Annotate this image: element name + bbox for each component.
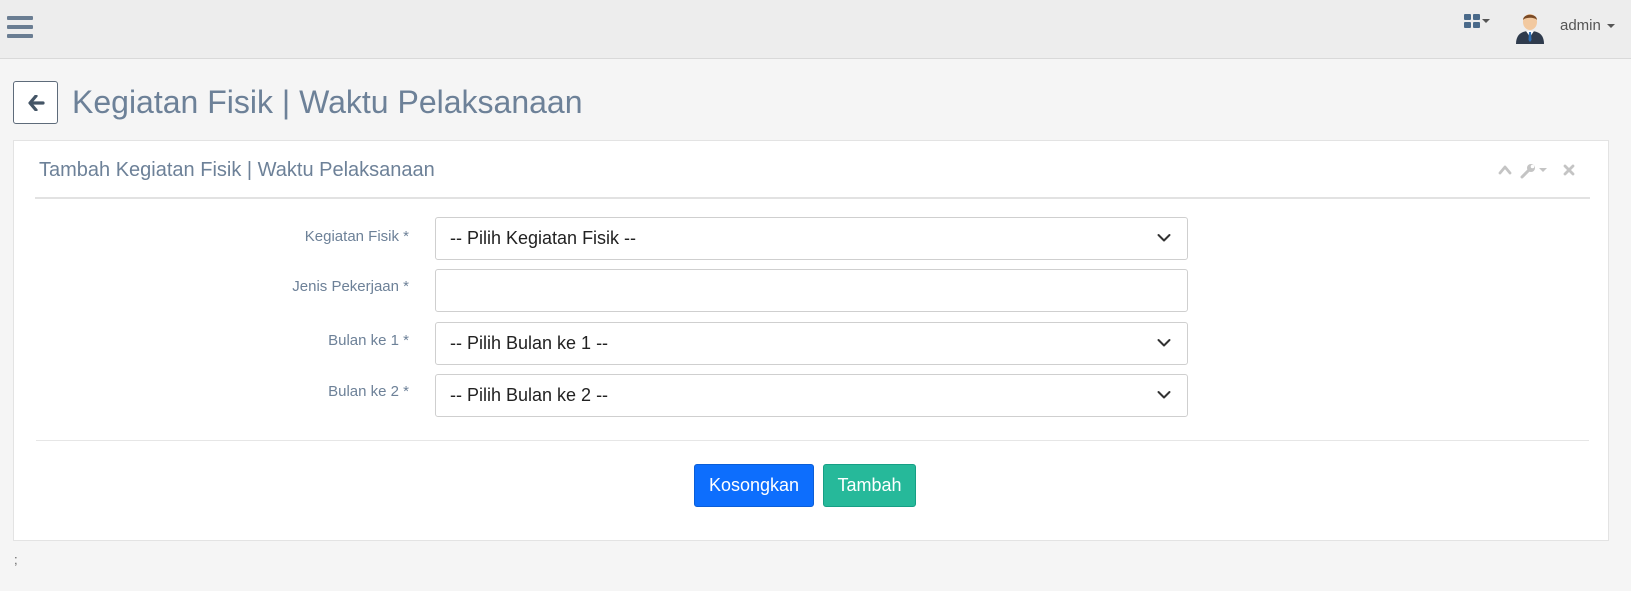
chevron-up-icon[interactable]	[1498, 163, 1512, 177]
bulan-2-select[interactable]: -- Pilih Bulan ke 2 --	[435, 374, 1188, 417]
chevron-down-icon	[1157, 339, 1171, 347]
apps-menu-toggle[interactable]	[1464, 12, 1500, 32]
kegiatan-fisik-label: Kegiatan Fisik *	[304, 228, 409, 245]
arrow-left-icon	[28, 95, 45, 111]
bulan-1-label: Bulan ke 1 *	[328, 332, 409, 349]
chevron-down-icon	[1157, 234, 1171, 242]
chevron-down-icon	[1606, 24, 1615, 29]
settings-dropdown[interactable]	[1520, 163, 1550, 179]
kegiatan-fisik-select[interactable]: -- Pilih Kegiatan Fisik --	[435, 217, 1188, 260]
panel-title: Tambah Kegiatan Fisik | Waktu Pelaksanaa…	[39, 159, 435, 181]
footer-text: ;	[14, 552, 18, 567]
bulan-2-value: -- Pilih Bulan ke 2 --	[450, 385, 609, 405]
back-button[interactable]	[13, 81, 58, 124]
chevron-down-icon	[1539, 168, 1547, 172]
hamburger-icon[interactable]	[7, 16, 33, 38]
user-avatar[interactable]	[1513, 10, 1547, 44]
kegiatan-fisik-value: -- Pilih Kegiatan Fisik --	[450, 228, 637, 248]
panel-divider	[35, 197, 1590, 199]
user-name-label: admin	[1560, 17, 1601, 34]
jenis-pekerjaan-label: Jenis Pekerjaan *	[292, 278, 409, 295]
add-button[interactable]: Tambah	[823, 464, 916, 507]
close-icon[interactable]	[1562, 163, 1576, 177]
grid-icon	[1464, 14, 1480, 28]
bulan-1-value: -- Pilih Bulan ke 1 --	[450, 333, 609, 353]
form-divider	[36, 440, 1589, 441]
jenis-pekerjaan-input[interactable]	[435, 269, 1188, 312]
user-menu[interactable]: admin	[1560, 17, 1615, 34]
bulan-1-select[interactable]: -- Pilih Bulan ke 1 --	[435, 322, 1188, 365]
form-panel: Tambah Kegiatan Fisik | Waktu Pelaksanaa…	[13, 140, 1609, 541]
chevron-down-icon	[1157, 391, 1171, 399]
reset-button[interactable]: Kosongkan	[694, 464, 814, 507]
top-navbar: admin	[0, 0, 1631, 59]
page-title: Kegiatan Fisik | Waktu Pelaksanaan	[72, 84, 583, 120]
wrench-icon	[1520, 164, 1535, 179]
chevron-down-icon	[1482, 19, 1490, 23]
bulan-2-label: Bulan ke 2 *	[328, 383, 409, 400]
